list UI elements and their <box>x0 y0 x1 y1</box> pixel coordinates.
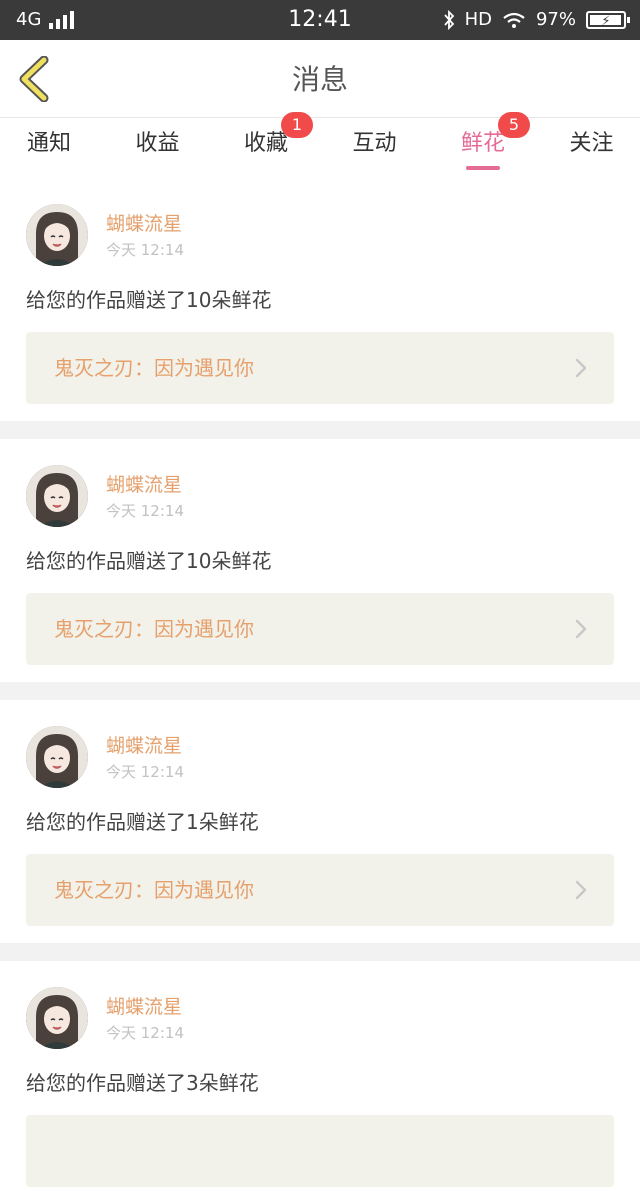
sender-name[interactable]: 蝴蝶流星 <box>106 734 182 758</box>
work-title: 鬼灭之刃：因为遇见你 <box>54 354 254 382</box>
avatar-image <box>26 726 88 788</box>
chevron-right-icon <box>574 357 588 379</box>
avatar[interactable] <box>26 204 88 266</box>
tab-earnings[interactable]: 收益 <box>105 118 211 178</box>
chevron-right-icon <box>574 879 588 901</box>
message-card: 蝴蝶流星今天 12:14 给您的作品赠送了10朵鲜花鬼灭之刃：因为遇见你 <box>0 439 640 682</box>
work-title: 鬼灭之刃：因为遇见你 <box>54 876 254 904</box>
card-separator <box>0 421 640 439</box>
tab-label: 关注 <box>569 131 613 156</box>
tab-badge: 1 <box>281 112 313 138</box>
battery-percent: 97% <box>536 8 576 32</box>
tab-favorites[interactable]: 收藏1 <box>213 118 319 178</box>
bluetooth-icon <box>443 9 455 31</box>
message-card: 蝴蝶流星今天 12:14 给您的作品赠送了10朵鲜花鬼灭之刃：因为遇见你 <box>0 178 640 421</box>
message-time: 今天 12:14 <box>106 240 184 260</box>
message-time: 今天 12:14 <box>106 501 184 521</box>
avatar[interactable] <box>26 987 88 1049</box>
battery-icon: ⚡ <box>586 11 626 29</box>
work-link[interactable]: 鬼灭之刃：因为遇见你 <box>26 332 614 404</box>
message-text: 给您的作品赠送了10朵鲜花 <box>26 286 271 314</box>
status-right: HD 97% ⚡ <box>443 8 626 32</box>
card-separator <box>0 943 640 961</box>
tab-active-indicator <box>466 166 500 170</box>
hd-label: HD <box>465 8 492 32</box>
page-title: 消息 <box>0 62 640 98</box>
sender-name[interactable]: 蝴蝶流星 <box>106 995 182 1019</box>
avatar[interactable] <box>26 465 88 527</box>
message-text: 给您的作品赠送了3朵鲜花 <box>26 1069 259 1097</box>
sender-name[interactable]: 蝴蝶流星 <box>106 212 182 236</box>
tab-follows[interactable]: 关注 <box>539 118 640 178</box>
app-header: 消息 <box>0 40 640 118</box>
chevron-right-icon <box>574 618 588 640</box>
avatar-image <box>26 465 88 527</box>
avatar-image <box>26 987 88 1049</box>
message-time: 今天 12:14 <box>106 762 184 782</box>
status-bar: 4G 12:41 HD 97% ⚡ <box>0 0 640 40</box>
sender-name[interactable]: 蝴蝶流星 <box>106 473 182 497</box>
wifi-icon <box>502 11 526 29</box>
message-card: 蝴蝶流星今天 12:14 给您的作品赠送了1朵鲜花鬼灭之刃：因为遇见你 <box>0 700 640 943</box>
message-text: 给您的作品赠送了1朵鲜花 <box>26 808 259 836</box>
tab-flowers[interactable]: 鲜花5 <box>430 118 536 178</box>
work-link[interactable] <box>26 1115 614 1187</box>
avatar[interactable] <box>26 726 88 788</box>
tab-notifications[interactable]: 通知 <box>0 118 102 178</box>
tab-interactions[interactable]: 互动 <box>322 118 428 178</box>
charging-icon: ⚡ <box>588 10 624 34</box>
work-link[interactable]: 鬼灭之刃：因为遇见你 <box>26 593 614 665</box>
card-separator <box>0 682 640 700</box>
tab-label: 互动 <box>352 131 396 156</box>
tab-badge: 5 <box>498 112 530 138</box>
message-text: 给您的作品赠送了10朵鲜花 <box>26 547 271 575</box>
avatar-image <box>26 204 88 266</box>
tab-label: 鲜花 <box>461 131 505 156</box>
tab-label: 收藏 <box>244 131 288 156</box>
message-time: 今天 12:14 <box>106 1023 184 1043</box>
tab-label: 通知 <box>27 131 71 156</box>
work-link[interactable]: 鬼灭之刃：因为遇见你 <box>26 854 614 926</box>
tab-label: 收益 <box>135 131 179 156</box>
message-list: 蝴蝶流星今天 12:14给您的作品赠送了10朵鲜花鬼灭之刃：因为遇见你蝴蝶流星今… <box>0 178 640 1204</box>
message-card: 蝴蝶流星今天 12:14 给您的作品赠送了3朵鲜花 <box>0 961 640 1204</box>
tab-bar: 通知 收益 收藏1 互动 鲜花5 关注 <box>0 118 640 178</box>
work-title: 鬼灭之刃：因为遇见你 <box>54 615 254 643</box>
